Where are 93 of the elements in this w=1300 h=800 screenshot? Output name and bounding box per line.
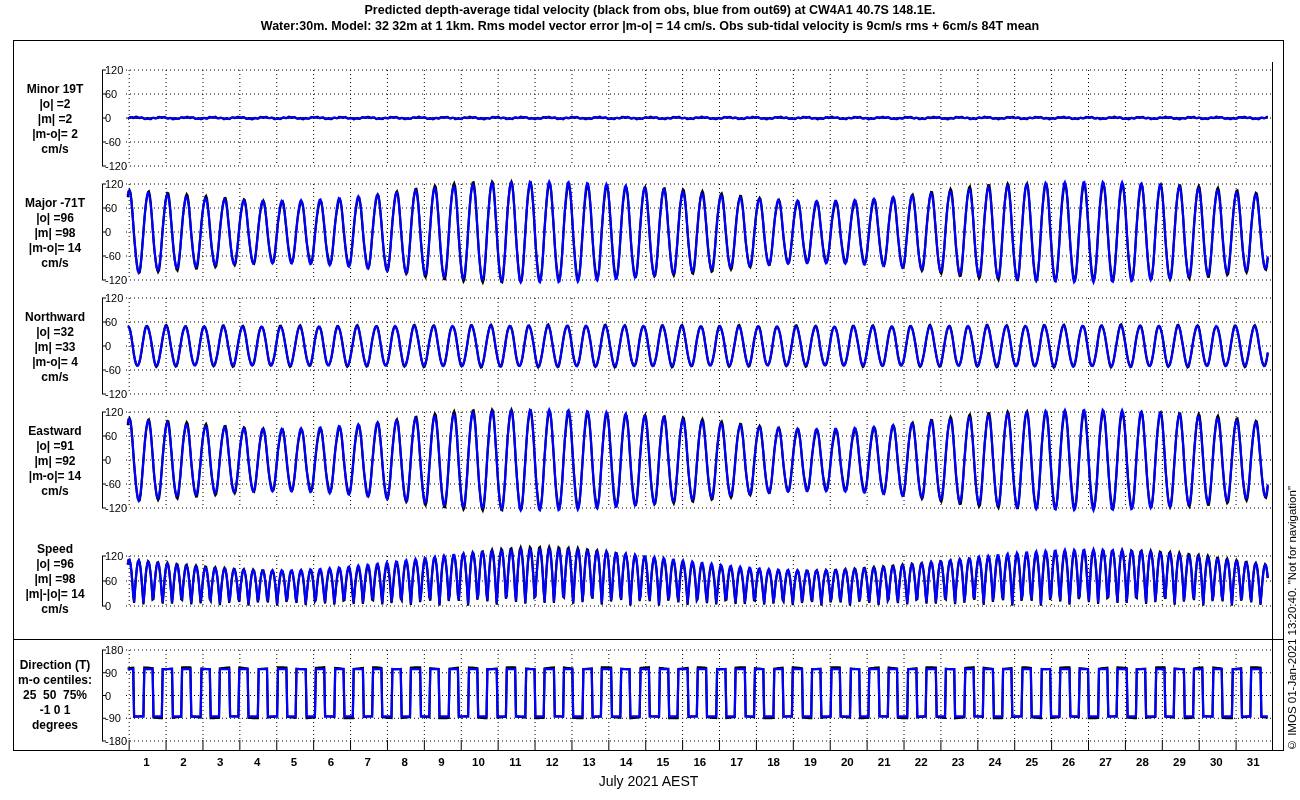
series-label: Speed [37,542,73,557]
axis-tick-label: 60 [105,316,118,328]
axis-tick-label: -60 [105,478,121,490]
statistic-label: 25 50 75% [22,688,88,703]
axis-tick-label: 0 [105,112,112,124]
series-label: Northward [25,309,85,325]
statistic-label: -1 0 1 [39,703,71,718]
axis-tick-label: 2 [179,756,188,768]
axis-tick-label: 60 [105,430,118,442]
statistic-label: |o| =32 [36,324,74,340]
axis-tick-label: 17 [729,756,745,768]
axis-tick-label: 0 [105,226,112,238]
axis-tick-label: -120 [105,388,128,400]
axis-tick-label: 26 [1061,756,1077,768]
axis-tick-label: 120 [105,178,124,190]
axis-tick-label: 9 [437,756,446,768]
statistic-label: cm/s [41,369,69,385]
axis-tick-label: 25 [1024,756,1040,768]
statistic-label: |m-o|= 14 [28,240,82,256]
axis-tick-label: 120 [105,292,124,304]
statistic-label: |m| =98 [34,572,76,587]
axis-tick-label: 29 [1172,756,1187,768]
statistic-label: |m| =2 [37,111,73,127]
axis-tick-label: 3 [216,756,225,768]
statistic-label: cm/s [41,602,69,617]
series-label: Minor 19T [26,81,84,97]
axis-tick-label: 5 [289,756,299,768]
axis-tick-label: 8 [400,756,409,768]
copyright-notice: © IMOS 01-Jan-2021 13:20:40. "Not for navigation" [1286,486,1298,751]
series-label: Direction (T) [19,658,91,673]
axis-tick-label: 14 [618,756,634,768]
axis-tick-label: -180 [105,735,128,747]
axis-tick-label: 90 [105,666,118,679]
axis-tick-label: 19 [803,756,818,768]
statistic-label: |m-o|= 14 [28,468,82,484]
axis-tick-label: -90 [105,712,121,725]
statistic-label: |m-o|= 2 [32,126,78,142]
axis-tick-label: 30 [1208,756,1224,768]
statistic-label: |m|-|o|= 14 [25,587,85,602]
chart-title: Water:30m. Model: 32 32m at 1 1km. Rms model vector error |m-o| = 14 cm/s. Obs sub-tidal velocity is 9cm/s rms + 6cm/s 84T mean [260,18,1040,34]
axis-tick-label: 31 [1245,756,1261,768]
statistic-label: |m| =33 [34,339,76,355]
axis-tick-label: 11 [508,756,523,768]
axis-tick-label: 60 [105,202,118,214]
axis-tick-label: 7 [363,756,372,768]
axis-tick-label: 6 [326,756,336,768]
axis-tick-label: 60 [105,575,118,587]
axis-tick-label: 18 [766,756,781,768]
statistic-label: |m| =98 [34,225,76,241]
axis-tick-label: 180 [105,644,124,656]
axis-tick-label: 120 [105,550,124,562]
axis-tick-label: 28 [1135,756,1150,768]
statistic-label: |m| =92 [34,453,76,469]
axis-tick-label: 0 [105,454,112,466]
axis-tick-label: 21 [876,756,892,768]
axis-tick-label: 120 [105,406,124,418]
axis-tick-label: -120 [105,502,128,514]
series-label: Eastward [28,423,82,439]
axis-tick-label: 0 [105,600,112,612]
statistic-label: cm/s [41,483,69,499]
y-axis [101,555,107,607]
axis-tick-label: -60 [105,364,121,376]
axis-tick-label: -60 [105,136,121,148]
statistic-label: cm/s [41,141,69,157]
axis-tick-label: 15 [655,756,671,768]
axis-tick-label: 12 [544,756,560,768]
axis-tick-label: 60 [105,88,118,100]
series-label: Major -71T [25,195,85,211]
axis-tick-label: -120 [105,160,128,172]
statistic-label: |o| =91 [36,438,74,454]
axis-tick-label: 120 [105,64,124,76]
statistic-label: |m-o|= 4 [32,354,78,370]
statistic-label: m-o centiles: [18,673,92,688]
axis-tick-label: -60 [105,250,121,262]
axis-title: July 2021 AEST [597,773,700,789]
axis-tick-label: 10 [471,756,486,768]
chart-title: Predicted depth-average tidal velocity (black from obs, blue from out69) at CW4A1 40.7S 148.1E. [364,2,936,18]
axis-tick-label: 0 [105,340,112,352]
axis-tick-label: 1 [142,756,151,768]
axis-tick-label: 4 [252,756,262,768]
statistic-label: |o| =96 [36,210,74,226]
axis-tick-label: 13 [581,756,597,768]
axis-tick-label: 24 [987,756,1003,768]
statistic-label: |o| =96 [36,557,74,572]
axis-tick-label: 23 [950,756,966,768]
statistic-label: degrees [32,718,78,733]
axis-tick-label: 16 [692,756,708,768]
axis-tick-label: 20 [839,756,855,768]
statistic-label: |o| =2 [39,96,71,112]
axis-tick-label: 22 [913,756,929,768]
statistic-label: cm/s [41,255,69,271]
axis-tick-label: 27 [1098,756,1113,768]
axis-tick-label: -120 [105,274,128,286]
